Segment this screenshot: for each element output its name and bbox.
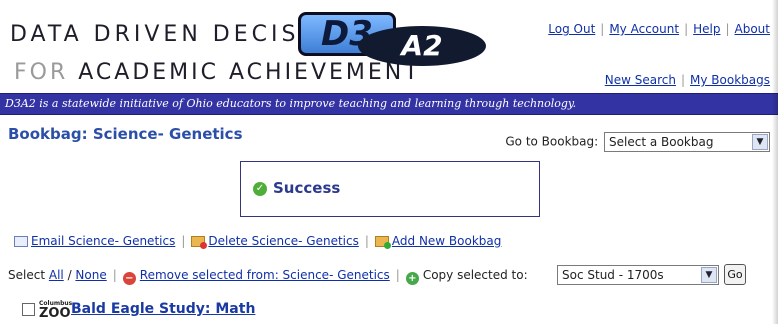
folder-delete-icon — [191, 236, 208, 249]
separator: | — [112, 268, 117, 282]
goto-bookbag-value: Select a Bookbag — [609, 135, 714, 149]
separator: | — [181, 234, 186, 248]
add-circle-icon: + — [405, 272, 419, 285]
initiative-banner: D3A2 is a statewide initiative of Ohio e… — [0, 93, 778, 115]
logout-link[interactable]: Log Out — [548, 22, 595, 36]
top-nav: Log Out | My Account | Help | About — [548, 22, 770, 36]
goto-bookbag-select[interactable]: Select a Bookbag ▼ — [604, 132, 770, 152]
zoo-logo-big: ZOO — [39, 306, 71, 321]
my-bookbags-link[interactable]: My Bookbags — [690, 73, 770, 87]
badge-a2: A2 — [358, 26, 486, 66]
email-bookbag-link[interactable]: Email Science- Genetics — [31, 234, 175, 248]
remove-selected-link[interactable]: Remove selected from: Science- Genetics — [140, 268, 390, 282]
separator: | — [600, 22, 605, 36]
bookbag-actions: Email Science- Genetics | Delete Science- … — [14, 234, 502, 249]
separator: | — [395, 268, 400, 282]
page-shadow — [772, 0, 778, 324]
success-text: Success — [273, 179, 341, 197]
delete-bookbag-link[interactable]: Delete Science- Genetics — [208, 234, 358, 248]
page-title: Bookbag: Science- Genetics — [8, 125, 243, 143]
about-link[interactable]: About — [735, 22, 770, 36]
d3a2-logo-badge: D3 A2 — [298, 10, 488, 68]
success-message-box: ✓ Success — [240, 161, 540, 217]
separator: | — [725, 22, 730, 36]
separator: | — [680, 73, 686, 87]
add-bookbag-link[interactable]: Add New Bookbag — [392, 234, 502, 248]
chevron-down-icon[interactable]: ▼ — [701, 267, 717, 283]
sub-nav: New Search | My Bookbags — [605, 73, 770, 87]
selection-bar: Select All / None | − Remove selected from:… — [8, 268, 528, 285]
chevron-down-icon[interactable]: ▼ — [752, 134, 768, 150]
help-link[interactable]: Help — [693, 22, 720, 36]
item-checkbox[interactable] — [22, 303, 35, 316]
select-none-link[interactable]: None — [75, 268, 106, 282]
goto-bookbag-label: Go to Bookbag: — [505, 134, 599, 149]
select-label: Select — [8, 268, 46, 282]
go-button[interactable]: Go — [724, 264, 746, 285]
item-title-link[interactable]: Bald Eagle Study: Math — [71, 301, 255, 317]
columbus-zoo-logo: Columbus ZOO — [39, 301, 72, 324]
copy-target-value: Soc Stud - 1700s — [562, 268, 664, 282]
goto-bookbag: Go to Bookbag: Select a Bookbag ▼ — [505, 132, 770, 152]
copy-target-select[interactable]: Soc Stud - 1700s ▼ — [557, 265, 719, 285]
logo-line2-prefix: FOR — [14, 60, 69, 85]
my-account-link[interactable]: My Account — [609, 22, 679, 36]
separator: | — [364, 234, 369, 248]
separator: | — [684, 22, 689, 36]
email-icon — [14, 236, 28, 247]
page: DATA DRIVEN DECISIONS FOR ACADEMIC ACHIE… — [0, 0, 778, 324]
folder-add-icon — [374, 236, 391, 249]
remove-circle-icon: − — [122, 272, 136, 285]
check-circle-icon: ✓ — [253, 182, 267, 196]
copy-selected-label: Copy selected to: — [422, 268, 528, 282]
new-search-link[interactable]: New Search — [605, 73, 676, 87]
select-all-link[interactable]: All — [49, 268, 64, 282]
